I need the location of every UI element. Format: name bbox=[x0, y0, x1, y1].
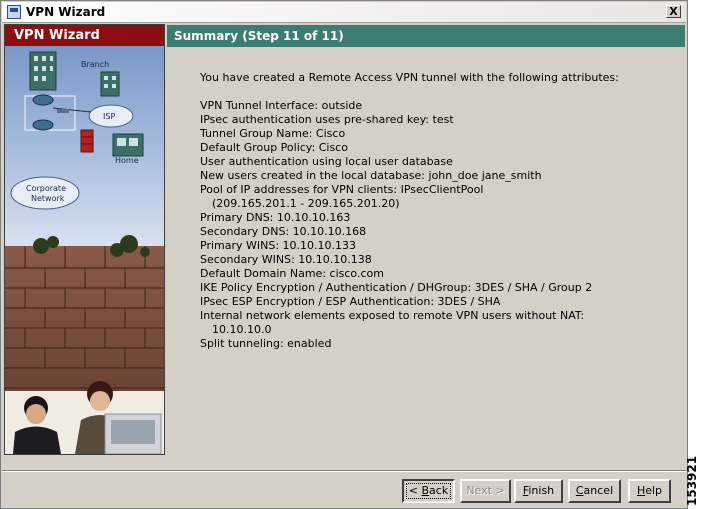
firewall-icon bbox=[80, 129, 94, 153]
isp-label: ISP bbox=[103, 112, 115, 121]
close-button[interactable]: X bbox=[666, 5, 681, 18]
help-button-rest: elp bbox=[645, 484, 663, 497]
attr-new-users: New users created in the local database:… bbox=[200, 169, 542, 182]
attr-primary-dns: Primary DNS: 10.10.10.163 bbox=[200, 211, 351, 224]
summary-panel: You have created a Remote Access VPN tun… bbox=[167, 47, 685, 455]
back-button[interactable]: < Back bbox=[402, 479, 455, 503]
cancel-button[interactable]: Cancel bbox=[568, 479, 621, 503]
attr-ike-policy: IKE Policy Encryption / Authentication /… bbox=[200, 281, 593, 294]
attr-ipsec-esp: IPsec ESP Encryption / ESP Authenticatio… bbox=[200, 295, 501, 308]
back-button-mnemonic: B bbox=[421, 484, 430, 497]
app-icon bbox=[7, 5, 21, 19]
back-button-rest: ack bbox=[429, 484, 449, 497]
attr-split-tunneling: Split tunneling: enabled bbox=[200, 337, 332, 350]
back-button-prefix: < bbox=[408, 484, 422, 497]
finish-button[interactable]: Finish bbox=[514, 479, 563, 503]
next-button[interactable]: Next > bbox=[460, 479, 511, 503]
cancel-button-mnemonic: C bbox=[575, 484, 584, 497]
finish-button-rest: inish bbox=[528, 484, 555, 497]
attr-primary-wins: Primary WINS: 10.10.10.133 bbox=[200, 239, 357, 252]
home-label: Home bbox=[115, 156, 139, 165]
summary-intro: You have created a Remote Access VPN tun… bbox=[200, 71, 619, 84]
attr-tunnel-group: Tunnel Group Name: Cisco bbox=[200, 127, 346, 140]
sidebar-title: VPN Wizard bbox=[5, 25, 164, 46]
attr-nat-exempt: Internal network elements exposed to rem… bbox=[200, 309, 585, 322]
attr-domain-name: Default Domain Name: cisco.com bbox=[200, 267, 384, 280]
attr-secondary-dns: Secondary DNS: 10.10.10.168 bbox=[200, 225, 367, 238]
corporate-network-cloud-icon bbox=[10, 176, 80, 210]
attr-preshared-key: IPsec authentication uses pre-shared key… bbox=[200, 113, 454, 126]
corporate-label: Corporate bbox=[26, 184, 66, 193]
cancel-button-rest: ancel bbox=[583, 484, 614, 497]
button-bar-separator bbox=[2, 470, 686, 472]
help-button[interactable]: Help bbox=[628, 479, 671, 503]
attr-address-range: (209.165.201.1 - 209.165.201.20) bbox=[212, 197, 400, 210]
network-label: Network bbox=[31, 194, 65, 203]
wizard-sidebar: VPN Wizard Branch ISP Home Corporate Net… bbox=[4, 24, 165, 455]
attr-address-pool: Pool of IP addresses for VPN clients: IP… bbox=[200, 183, 484, 196]
attribute-list: VPN Tunnel Interface: outside IPsec auth… bbox=[200, 99, 592, 351]
attr-tunnel-interface: VPN Tunnel Interface: outside bbox=[200, 99, 363, 112]
vpn-wizard-window: VPN Wizard X VPN Wizard Branch ISP Home … bbox=[0, 0, 688, 509]
step-header: Summary (Step 11 of 11) bbox=[167, 25, 685, 47]
title-bar: VPN Wizard X bbox=[2, 2, 686, 23]
attr-user-auth: User authentication using local user dat… bbox=[200, 155, 453, 168]
figure-id: 153921 bbox=[685, 455, 699, 506]
home-pc-icon bbox=[112, 133, 144, 157]
help-button-mnemonic: H bbox=[636, 484, 646, 497]
attr-nat-exempt-network: 10.10.10.0 bbox=[212, 323, 272, 336]
sidebar-illustration: Branch ISP Home Corporate Network bbox=[5, 46, 164, 454]
branch-label: Branch bbox=[81, 60, 109, 69]
window-title: VPN Wizard bbox=[26, 5, 106, 19]
attr-group-policy: Default Group Policy: Cisco bbox=[200, 141, 348, 154]
attr-secondary-wins: Secondary WINS: 10.10.10.138 bbox=[200, 253, 372, 266]
